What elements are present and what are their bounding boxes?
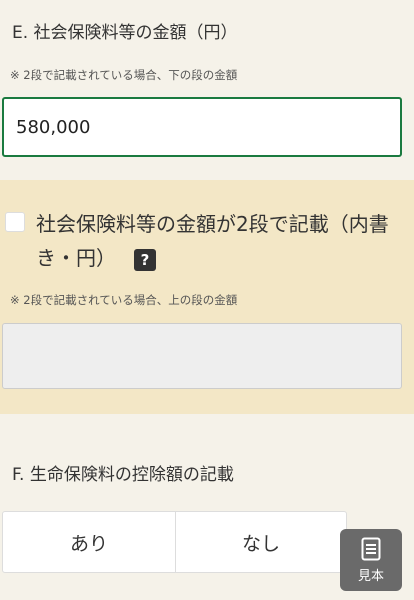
document-icon	[361, 537, 381, 560]
two-tier-note: ※ 2段で記載されている場合、上の段の金額	[10, 293, 238, 307]
section-e-title: E. 社会保険料等の金額（円）	[12, 23, 238, 43]
section-e-note: ※ 2段で記載されている場合、下の段の金額	[10, 68, 238, 82]
section-f-title: F. 生命保険料の控除額の記載	[12, 465, 234, 485]
upper-amount-input	[2, 323, 402, 389]
option-yes-button[interactable]: あり	[2, 511, 176, 573]
two-tier-checkbox-label[interactable]: 社会保険料等の金額が2段で記載（内書き・円）?	[36, 207, 406, 275]
social-insurance-amount-input[interactable]	[2, 97, 402, 157]
two-tier-checkbox[interactable]	[5, 212, 25, 232]
sample-button[interactable]: 見本	[340, 529, 402, 591]
help-icon[interactable]: ?	[134, 248, 156, 271]
option-no-button[interactable]: なし	[175, 511, 347, 573]
two-tier-label-text: 社会保険料等の金額が2段で記載（内書き・円）	[36, 212, 389, 270]
sample-button-label: 見本	[357, 568, 384, 584]
